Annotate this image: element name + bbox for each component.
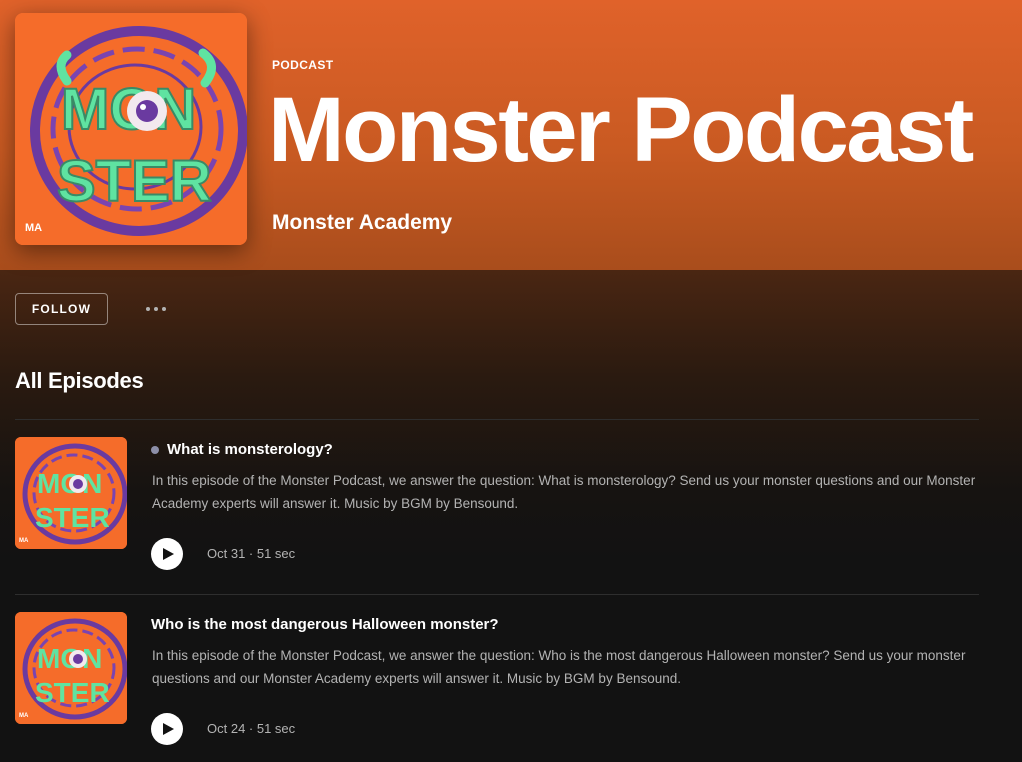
svg-text:MA: MA	[19, 713, 29, 719]
follow-button[interactable]: FOLLOW	[15, 293, 108, 325]
episode-date-duration: Oct 24 · 51 sec	[207, 721, 296, 736]
svg-text:MA: MA	[19, 538, 29, 544]
episode-thumbnail[interactable]: MON STER MA	[15, 437, 127, 549]
svg-text:STER: STER	[57, 149, 212, 214]
episode-description: In this episode of the Monster Podcast, …	[152, 473, 976, 511]
play-button[interactable]	[151, 713, 183, 745]
svg-text:MA: MA	[25, 222, 42, 234]
play-button[interactable]	[151, 538, 183, 570]
content-type-label: PODCAST	[272, 58, 334, 72]
podcast-publisher[interactable]: Monster Academy	[272, 211, 452, 235]
episode-description: In this episode of the Monster Podcast, …	[152, 648, 966, 686]
episodes-section-title: All Episodes	[15, 368, 144, 393]
unplayed-indicator-dot	[151, 446, 159, 454]
play-icon	[163, 548, 174, 560]
play-icon	[163, 723, 174, 735]
episode-date-duration: Oct 31 · 51 sec	[207, 546, 296, 561]
more-options-button[interactable]	[140, 296, 172, 322]
episode-thumbnail[interactable]: MON STER MA	[15, 612, 127, 724]
episode-title[interactable]: What is monsterology?	[167, 441, 333, 458]
svg-text:STER: STER	[35, 677, 110, 708]
episode-row[interactable]: MON STER MA Who is the most dangerous Ha…	[0, 595, 1022, 755]
podcast-title: Monster Podcast	[268, 79, 974, 181]
svg-text:STER: STER	[35, 502, 110, 533]
more-horizontal-icon	[146, 307, 150, 311]
podcast-cover-art: MON STER MA	[15, 13, 247, 245]
episode-title[interactable]: Who is the most dangerous Halloween mons…	[151, 616, 499, 633]
episode-row[interactable]: MON STER MA What is monsterology? In thi…	[0, 420, 1022, 580]
